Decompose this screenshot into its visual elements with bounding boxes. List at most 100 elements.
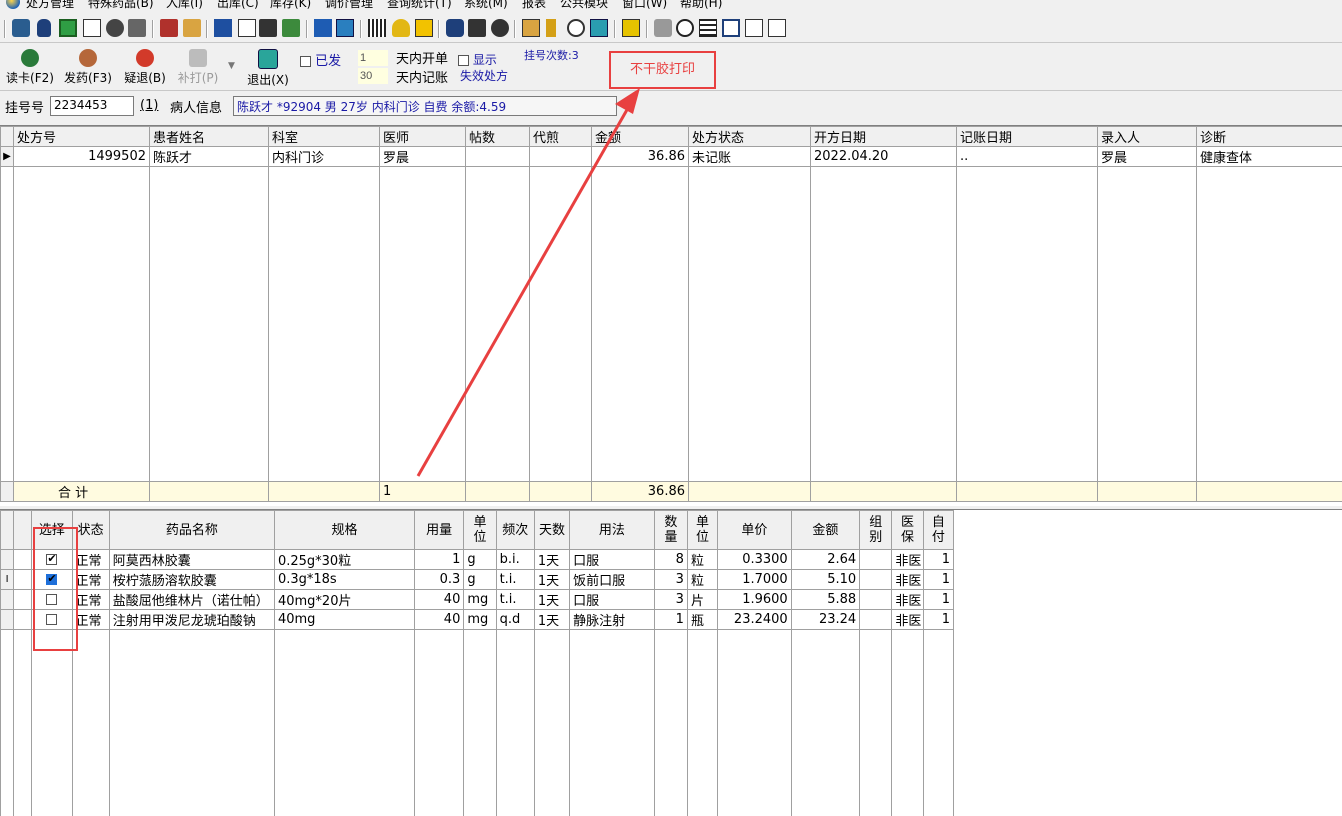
table-row[interactable]: 正常 阿莫西林胶囊 0.25g*30粒 1 g b.i. 1天 口服 8 粒 0…	[1, 550, 954, 570]
export-icon[interactable]	[259, 19, 277, 37]
binocular2-icon[interactable]	[491, 19, 509, 37]
cell-dose-unit: g	[464, 570, 496, 590]
close-box-icon[interactable]	[590, 19, 608, 37]
menu-stock-in[interactable]: 入库(I)	[166, 0, 203, 11]
col-amount[interactable]: 金额	[592, 127, 689, 147]
show-invalid-check[interactable]	[458, 55, 469, 66]
edit-icon[interactable]	[314, 19, 332, 37]
cell-days: 1天	[534, 610, 569, 630]
list-icon[interactable]	[699, 19, 717, 37]
edit2-icon[interactable]	[745, 19, 763, 37]
menu-query-stats[interactable]: 查询统计(T)	[387, 0, 452, 11]
dispense-button[interactable]: 发药(F3)	[62, 49, 114, 86]
cell-amount: 36.86	[592, 147, 689, 167]
cell-price: 23.2400	[718, 610, 792, 630]
already-sent-checkbox[interactable]: 已发	[300, 50, 341, 69]
menu-inventory[interactable]: 库存(K)	[270, 0, 311, 11]
document-icon[interactable]	[83, 19, 101, 37]
menu-help[interactable]: 帮助(H)	[680, 0, 722, 11]
col-diagnosis[interactable]: 诊断	[1197, 127, 1342, 147]
days-charge-input[interactable]	[358, 68, 388, 84]
col-entry[interactable]: 录入人	[1098, 127, 1197, 147]
reg-no-input[interactable]: 2234453	[50, 96, 134, 116]
menu-special-drugs[interactable]: 特殊药品(B)	[88, 0, 154, 11]
refresh-icon[interactable]	[282, 19, 300, 37]
id-card-icon[interactable]	[12, 19, 30, 37]
menu-prescription[interactable]: 处方管理	[26, 0, 74, 11]
table-row[interactable]: I 正常 桉柠蒎肠溶软胶囊 0.3g*18s 0.3 g t.i. 1天 饭前口…	[1, 570, 954, 590]
col-price[interactable]: 单价	[718, 511, 792, 550]
col-drug-name[interactable]: 药品名称	[109, 511, 274, 550]
col-doctor[interactable]: 医师	[380, 127, 466, 147]
col-drug-amount[interactable]: 金额	[791, 511, 860, 550]
cell-dose: 40	[414, 610, 463, 630]
patient-info-row: 挂号号 2234453 (1) 病人信息 陈跃才 *92904 男 27岁 内科…	[0, 92, 1342, 120]
cell-days: 1天	[534, 570, 569, 590]
col-open-date[interactable]: 开方日期	[811, 127, 957, 147]
col-daijian[interactable]: 代煎	[530, 127, 592, 147]
table-row[interactable]: 正常 注射用甲泼尼龙琥珀酸钠 40mg 40 mg q.d 1天 静脉注射 1 …	[1, 610, 954, 630]
col-dose-unit[interactable]: 单 位	[464, 511, 496, 550]
reg-count-link[interactable]: (1)	[140, 98, 158, 113]
reprint-button[interactable]: 补打(P)	[175, 49, 221, 86]
col-spec[interactable]: 规格	[274, 511, 414, 550]
col-charge-date[interactable]: 记账日期	[957, 127, 1098, 147]
cell-rx-no: 1499502	[14, 147, 150, 167]
menu-window[interactable]: 窗口(W)	[622, 0, 667, 11]
menu-system[interactable]: 系统(M)	[464, 0, 508, 11]
search-icon[interactable]	[676, 19, 694, 37]
flag-icon[interactable]	[468, 19, 486, 37]
zoom-icon[interactable]	[567, 19, 585, 37]
col-dept[interactable]: 科室	[269, 127, 380, 147]
bell-icon[interactable]	[392, 19, 410, 37]
clipboard-icon[interactable]	[768, 19, 786, 37]
menu-price-adjust[interactable]: 调价管理	[325, 0, 373, 11]
summary-amount: 36.86	[592, 482, 689, 502]
cube-icon[interactable]	[654, 19, 672, 37]
doubtful-return-button[interactable]: 疑退(B)	[122, 49, 168, 86]
days-open-input[interactable]	[358, 50, 388, 66]
col-insurance[interactable]: 医 保	[892, 511, 923, 550]
col-patient-name[interactable]: 患者姓名	[150, 127, 269, 147]
col-days[interactable]: 天数	[534, 511, 569, 550]
checkmark-icon[interactable]	[238, 19, 256, 37]
menu-stock-out[interactable]: 出库(C)	[217, 0, 259, 11]
grid-icon[interactable]	[368, 19, 386, 37]
upload-icon[interactable]	[622, 19, 640, 37]
thermometer-icon[interactable]	[546, 19, 556, 37]
already-sent-check[interactable]	[300, 56, 311, 67]
col-self-pay[interactable]: 自 付	[923, 511, 953, 550]
folder-icon[interactable]	[522, 19, 540, 37]
show-invalid-checkbox[interactable]: 显示	[458, 51, 497, 68]
notes-icon[interactable]	[214, 19, 232, 37]
check-box-icon[interactable]	[59, 19, 77, 37]
col-tie[interactable]: 帖数	[466, 127, 530, 147]
printer-icon[interactable]	[183, 19, 201, 37]
book-icon[interactable]	[160, 19, 178, 37]
binoculars-icon[interactable]	[106, 19, 124, 37]
col-qty-unit[interactable]: 单 位	[687, 511, 717, 550]
menu-public-module[interactable]: 公共模块	[560, 0, 608, 11]
report-icon[interactable]	[336, 19, 354, 37]
col-qty[interactable]: 数 量	[654, 511, 687, 550]
cell-spec: 0.3g*18s	[274, 570, 414, 590]
pill-icon[interactable]	[446, 19, 464, 37]
table-row[interactable]: 正常 盐酸屈他维林片（诺仕帕） 40mg*20片 40 mg t.i. 1天 口…	[1, 590, 954, 610]
table-row[interactable]: ▶ 1499502 陈跃才 内科门诊 罗晨 36.86 未记账 2022.04.…	[1, 147, 1342, 167]
exit-button[interactable]: 退出(X)	[246, 49, 290, 88]
menu-reports[interactable]: 报表	[522, 0, 546, 11]
cell-group	[860, 590, 892, 610]
calculator-icon[interactable]	[415, 19, 433, 37]
cart-icon[interactable]	[128, 19, 146, 37]
col-usage[interactable]: 用法	[570, 511, 655, 550]
bottle-icon[interactable]	[37, 19, 51, 37]
reprint-dropdown-icon[interactable]: ▼	[228, 61, 235, 71]
window-icon[interactable]	[722, 19, 740, 37]
col-freq[interactable]: 频次	[496, 511, 534, 550]
col-rx-no[interactable]: 处方号	[14, 127, 150, 147]
col-group[interactable]: 组 别	[860, 511, 892, 550]
col-status[interactable]: 处方状态	[689, 127, 811, 147]
col-dose[interactable]: 用量	[414, 511, 463, 550]
cell-usage: 口服	[570, 550, 655, 570]
read-card-button[interactable]: 读卡(F2)	[5, 49, 55, 86]
